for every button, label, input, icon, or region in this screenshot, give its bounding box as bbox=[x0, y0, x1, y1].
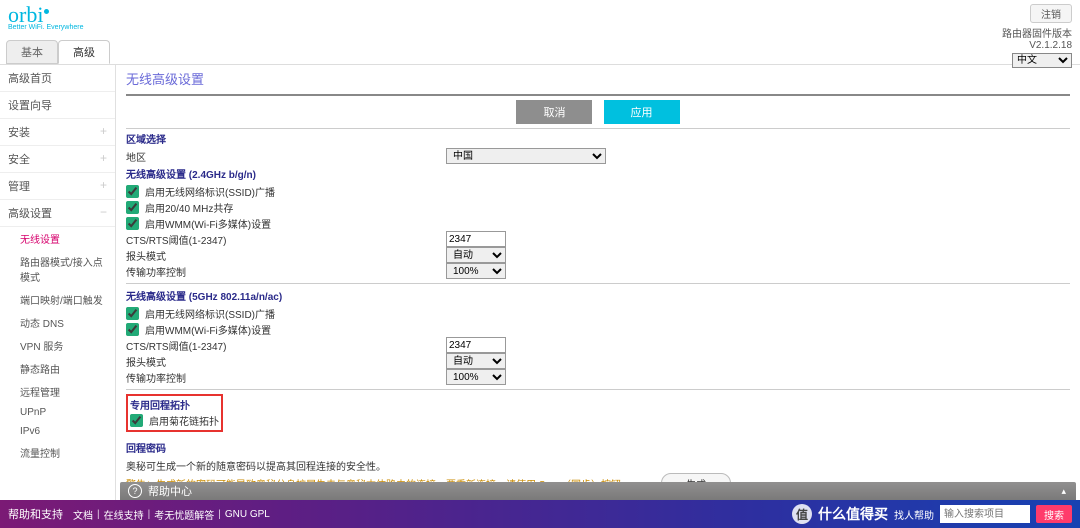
tab-basic[interactable]: 基本 bbox=[6, 40, 58, 64]
sidebar-item-manage[interactable]: 管理+ bbox=[0, 173, 115, 200]
sidebar-item-security[interactable]: 安全+ bbox=[0, 146, 115, 173]
plus-icon: + bbox=[100, 178, 107, 192]
chk-24g-ssid-box[interactable] bbox=[126, 185, 139, 198]
header-right: 注销 路由器固件版本 V2.1.2.18 中文 bbox=[1002, 4, 1072, 68]
txpower-24g-select[interactable]: 100% bbox=[446, 263, 506, 279]
sidebar-item-install[interactable]: 安装+ bbox=[0, 119, 115, 146]
brand-tagline: Better WiFi. Everywhere bbox=[8, 24, 83, 31]
sidebar-sub-upnp[interactable]: UPnP bbox=[12, 403, 115, 422]
chk-24g-ssid[interactable]: 启用无线网络标识(SSID)广播 bbox=[126, 184, 275, 199]
section-5g-title: 无线高级设置 (5GHz 802.11a/n/ac) bbox=[126, 288, 1070, 303]
sidebar-sub-ipv6[interactable]: IPv6 bbox=[12, 422, 115, 441]
section-backhaul-title: 专用回程拓扑 bbox=[130, 397, 219, 412]
chk-5g-ssid[interactable]: 启用无线网络标识(SSID)广播 bbox=[126, 306, 275, 321]
help-center-bar[interactable]: ? 帮助中心 ▴ bbox=[120, 482, 1076, 500]
region-label: 地区 bbox=[126, 149, 446, 164]
help-icon: ? bbox=[128, 484, 142, 498]
footer-link-online[interactable]: 在线支持 bbox=[104, 507, 144, 522]
header: orbi Better WiFi. Everywhere 注销 路由器固件版本 … bbox=[0, 0, 1080, 40]
page-title: 无线高级设置 bbox=[126, 67, 1070, 96]
footer-search-button[interactable]: 搜索 bbox=[1036, 505, 1072, 523]
smzdm-text: 什么值得买 bbox=[818, 504, 888, 524]
cts-24g-input[interactable] bbox=[446, 231, 506, 247]
footer-link-faq[interactable]: 考无忧题解答 bbox=[154, 507, 214, 522]
logout-button[interactable]: 注销 bbox=[1030, 4, 1072, 23]
chk-24g-coexist[interactable]: 启用20/40 MHz共存 bbox=[126, 200, 233, 215]
help-label: 帮助中心 bbox=[148, 483, 192, 499]
chk-24g-wmm[interactable]: 启用WMM(Wi-Fi多媒体)设置 bbox=[126, 216, 271, 231]
preamble-5g-label: 报头模式 bbox=[126, 354, 446, 369]
cts-5g-label: CTS/RTS阈值(1-2347) bbox=[126, 338, 446, 353]
cancel-button[interactable]: 取消 bbox=[516, 100, 592, 124]
firmware-version: V2.1.2.18 bbox=[1029, 40, 1072, 51]
txpower-5g-label: 传输功率控制 bbox=[126, 370, 446, 385]
sidebar-item-adv-home[interactable]: 高级首页 bbox=[0, 65, 115, 92]
smzdm-icon: 值 bbox=[792, 504, 812, 524]
action-bar: 取消 应用 bbox=[126, 96, 1070, 129]
sidebar-sub-static-route[interactable]: 静态路由 bbox=[12, 357, 115, 380]
footer-help-support[interactable]: 帮助和支持 bbox=[8, 506, 63, 522]
chk-5g-wmm[interactable]: 启用WMM(Wi-Fi多媒体)设置 bbox=[126, 322, 271, 337]
section-pwd-title: 回程密码 bbox=[126, 440, 1070, 455]
main-panel: 无线高级设置 取消 应用 区域选择 地区 中国 无线高级设置 (2.4GHz b… bbox=[116, 65, 1080, 500]
cts-24g-label: CTS/RTS阈值(1-2347) bbox=[126, 232, 446, 247]
preamble-24g-label: 报头模式 bbox=[126, 248, 446, 263]
divider bbox=[126, 283, 1070, 284]
minus-icon: − bbox=[100, 205, 107, 219]
chevron-up-icon: ▴ bbox=[1061, 486, 1066, 497]
top-tabs: 基本 高级 bbox=[0, 40, 1080, 64]
logo-block: orbi Better WiFi. Everywhere bbox=[8, 4, 83, 31]
sidebar-sub-ddns[interactable]: 动态 DNS bbox=[12, 311, 115, 334]
chk-daisy-chain[interactable]: 启用菊花链拓扑 bbox=[130, 413, 219, 428]
chk-24g-coexist-box[interactable] bbox=[126, 201, 139, 214]
sidebar-sub-vpn[interactable]: VPN 服务 bbox=[12, 334, 115, 357]
footer-search-input[interactable] bbox=[940, 505, 1030, 523]
sidebar-sub-wireless[interactable]: 无线设置 bbox=[12, 227, 115, 250]
footer-find-help[interactable]: 找人帮助 bbox=[894, 507, 934, 522]
plus-icon: + bbox=[100, 124, 107, 138]
chk-24g-wmm-box[interactable] bbox=[126, 217, 139, 230]
sidebar-sub-remote-mgmt[interactable]: 远程管理 bbox=[12, 380, 115, 403]
tab-advanced[interactable]: 高级 bbox=[58, 40, 110, 64]
section-region-title: 区域选择 bbox=[126, 131, 1070, 146]
chk-5g-wmm-box[interactable] bbox=[126, 323, 139, 336]
preamble-5g-select[interactable]: 自动 bbox=[446, 353, 506, 369]
plus-icon: + bbox=[100, 151, 107, 165]
sidebar: 高级首页 设置向导 安装+ 安全+ 管理+ 高级设置− 无线设置 路由器模式/接… bbox=[0, 65, 116, 500]
txpower-5g-select[interactable]: 100% bbox=[446, 369, 506, 385]
footer-link-gpl[interactable]: GNU GPL bbox=[225, 509, 270, 520]
sidebar-sub-router-mode[interactable]: 路由器模式/接入点模式 bbox=[12, 250, 115, 288]
backhaul-highlight: 专用回程拓扑 启用菊花链拓扑 bbox=[126, 394, 223, 432]
footer: 帮助和支持 文档| 在线支持| 考无忧题解答| GNU GPL 值 什么值得买 … bbox=[0, 500, 1080, 528]
footer-link-docs[interactable]: 文档 bbox=[73, 507, 93, 522]
firmware-label: 路由器固件版本 bbox=[1002, 29, 1072, 40]
divider bbox=[126, 389, 1070, 390]
sidebar-item-setup-wizard[interactable]: 设置向导 bbox=[0, 92, 115, 119]
region-select[interactable]: 中国 bbox=[446, 148, 606, 164]
txpower-24g-label: 传输功率控制 bbox=[126, 264, 446, 279]
section-24g-title: 无线高级设置 (2.4GHz b/g/n) bbox=[126, 166, 1070, 181]
sidebar-item-adv-settings[interactable]: 高级设置− bbox=[0, 200, 115, 227]
chk-daisy-chain-box[interactable] bbox=[130, 414, 143, 427]
preamble-24g-select[interactable]: 自动 bbox=[446, 247, 506, 263]
cts-5g-input[interactable] bbox=[446, 337, 506, 353]
sidebar-sub-port-forward[interactable]: 端口映射/端口触发 bbox=[12, 288, 115, 311]
chk-5g-ssid-box[interactable] bbox=[126, 307, 139, 320]
apply-button[interactable]: 应用 bbox=[604, 100, 680, 124]
sidebar-sub-traffic[interactable]: 流量控制 bbox=[12, 441, 115, 464]
pwd-desc1: 奥秘可生成一个新的随意密码以提高其回程连接的安全性。 bbox=[126, 457, 1070, 473]
